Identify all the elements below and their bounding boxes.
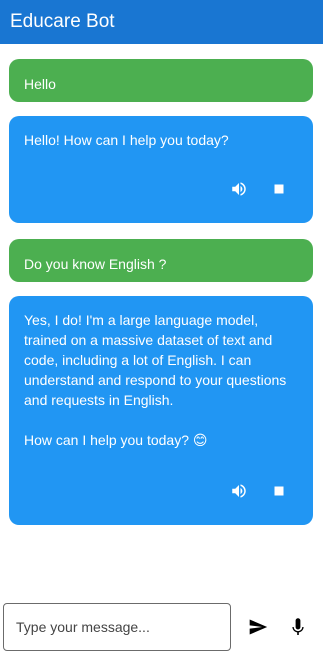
stop-icon[interactable] <box>270 180 288 198</box>
message-input-container <box>3 603 231 651</box>
bot-message: Yes, I do! I'm a large language model, t… <box>9 296 313 525</box>
bot-message-controls <box>230 482 288 500</box>
app-title: Educare Bot <box>10 11 115 32</box>
bot-message-text: Yes, I do! I'm a large language model, t… <box>24 312 287 448</box>
bot-message: Hello! How can I help you today? <box>9 116 313 223</box>
bot-message-text: Hello! How can I help you today? <box>24 132 229 148</box>
bot-message-controls <box>230 180 288 198</box>
stop-icon[interactable] <box>270 482 288 500</box>
app-bar: Educare Bot <box>0 0 323 44</box>
volume-icon[interactable] <box>230 482 248 500</box>
user-message: Do you know English ? <box>9 239 313 282</box>
send-icon[interactable] <box>248 617 268 637</box>
user-message: Hello <box>9 59 313 102</box>
user-message-text: Hello <box>24 76 56 92</box>
message-input[interactable] <box>4 604 230 650</box>
user-message-text: Do you know English ? <box>24 256 167 272</box>
microphone-icon[interactable] <box>290 617 306 637</box>
volume-icon[interactable] <box>230 180 248 198</box>
